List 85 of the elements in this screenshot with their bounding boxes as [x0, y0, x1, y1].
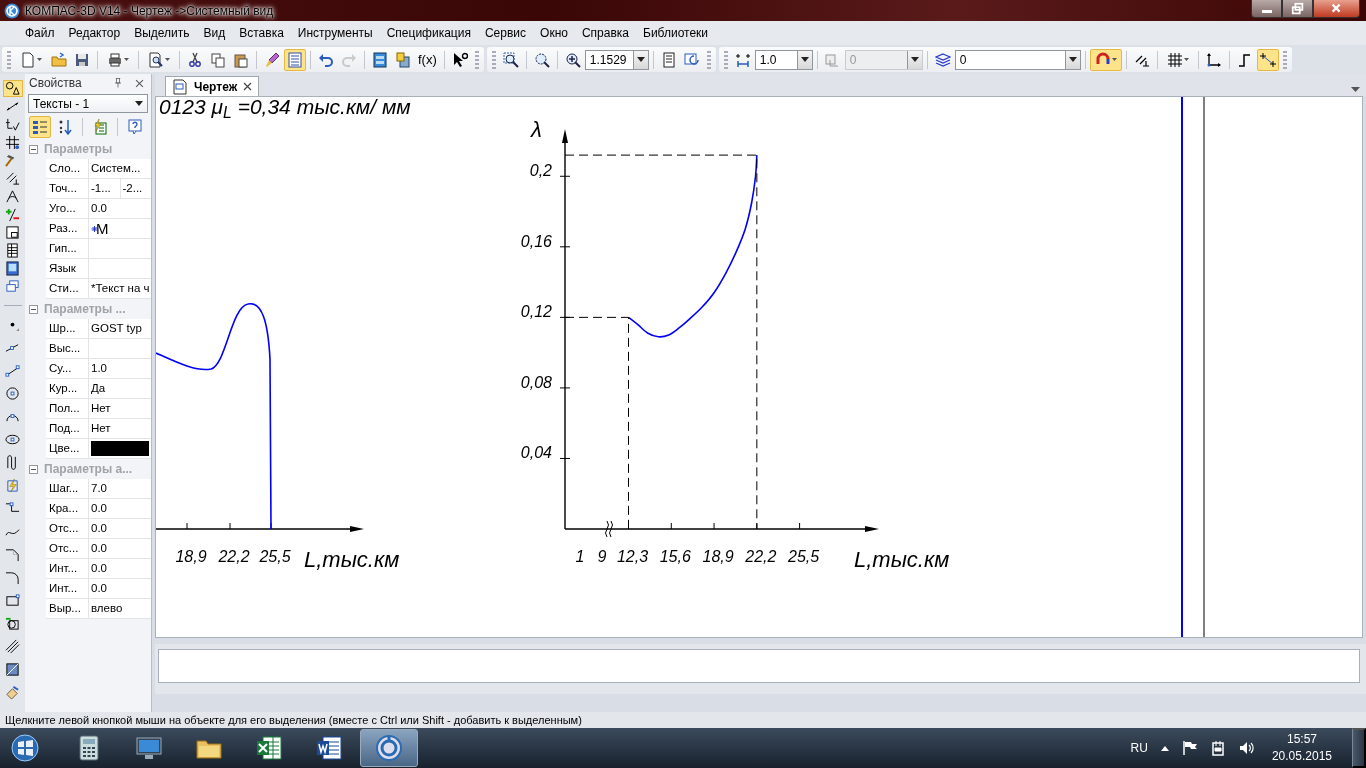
- tab-label: Чертеж: [194, 78, 238, 96]
- menu-item[interactable]: Библиотеки: [636, 24, 716, 42]
- property-value: Систем...: [90, 161, 142, 176]
- panel-title: Свойства: [29, 75, 83, 92]
- tick-label: 18,9: [702, 548, 734, 565]
- property-value: 1.0: [90, 361, 108, 376]
- menu-item[interactable]: Спецификация: [379, 24, 478, 42]
- group-title: Параметры: [44, 141, 113, 158]
- property-value: 0.0: [90, 521, 108, 536]
- property-label: Цве...: [46, 439, 89, 458]
- tick-label: 0,04: [520, 444, 552, 462]
- property-label: Инт...: [46, 579, 89, 598]
- property-label: Сти...: [46, 279, 89, 298]
- status-text: Щелкните левой кнопкой мыши на объекте для его выделения (вместе с Ctrl или Shift - добавить к выделенным): [5, 714, 582, 726]
- property-label: Сло...: [46, 159, 89, 178]
- property-label: Шр...: [46, 319, 89, 338]
- dropdown-field[interactable]: 1.0: [754, 49, 813, 70]
- function-button[interactable]: f(x): [415, 48, 440, 71]
- clock-time[interactable]: 15:57: [1271, 731, 1332, 748]
- property-value: GOST typ: [90, 321, 143, 336]
- axis-label: λ: [531, 117, 542, 142]
- property-value: Нет: [90, 421, 112, 436]
- property-label: Отс...: [46, 539, 89, 558]
- menu-item[interactable]: Выделить: [127, 24, 197, 42]
- tick-label: 0,08: [520, 373, 552, 391]
- menu-item[interactable]: Редактор: [61, 24, 128, 42]
- property-value: M: [96, 219, 109, 238]
- tick-label: 18,9: [175, 548, 207, 565]
- menu-item[interactable]: Вставка: [232, 24, 291, 42]
- tick-label: 1: [575, 548, 585, 565]
- property-label: Инт...: [46, 559, 89, 578]
- menu-item[interactable]: Справка: [574, 24, 636, 42]
- object-dropdown[interactable]: Тексты - 1: [28, 94, 148, 113]
- property-value: 0.0: [90, 581, 108, 596]
- property-value: Нет: [90, 401, 112, 416]
- menu-item[interactable]: Инструменты: [290, 24, 380, 42]
- property-value: *Текст на ч: [90, 281, 151, 296]
- tick-label: 0,12: [520, 303, 552, 321]
- drawing-caption: 0123 μ$_{L}$ =0,34 тыс.км/ мм: [159, 95, 411, 119]
- property-value: 0.0: [90, 541, 108, 556]
- dropdown-field[interactable]: 1.1529: [584, 49, 649, 70]
- menu-item[interactable]: Вид: [196, 24, 233, 42]
- property-label: Точ...: [46, 179, 89, 198]
- property-label: Под...: [46, 419, 89, 438]
- property-label: Выс...: [46, 339, 89, 358]
- property-label: Уго...: [46, 199, 89, 218]
- tick-label: 22,2: [745, 548, 777, 565]
- dropdown-field[interactable]: 0: [954, 49, 1081, 70]
- property-label: Язык: [46, 259, 89, 278]
- axis-label: L,тыс.км: [304, 547, 400, 572]
- tick-label: 12,3: [616, 548, 649, 565]
- property-label: Кур...: [46, 379, 89, 398]
- menu-item[interactable]: Файл: [18, 24, 62, 42]
- axis-label: L,тыс.км: [854, 547, 950, 572]
- tick-label: 25,5: [788, 548, 820, 565]
- group-title: Параметры ...: [44, 301, 126, 318]
- property-label: Отс...: [46, 519, 89, 538]
- property-label: Кра...: [46, 499, 89, 518]
- tick-label: 0,2: [529, 162, 552, 180]
- property-value: 0.0: [90, 501, 108, 516]
- tick-label: 22,2: [218, 548, 250, 565]
- tick-label: 0,16: [520, 232, 552, 250]
- property-label: Гип...: [46, 239, 89, 258]
- property-label: Выр...: [46, 599, 89, 618]
- menu-item[interactable]: Сервис: [477, 24, 534, 42]
- property-label: Су...: [46, 359, 89, 378]
- property-label: Пол...: [46, 399, 89, 418]
- property-value: 0.0: [90, 561, 108, 576]
- property-value: 0.0: [90, 201, 108, 216]
- language-indicator[interactable]: RU: [1130, 739, 1148, 757]
- tick-label: 9: [597, 548, 607, 565]
- property-label: Шаг...: [46, 479, 89, 498]
- menu-item[interactable]: Окно: [533, 24, 575, 42]
- document-tab[interactable]: Чертеж: [165, 76, 260, 96]
- clock-date[interactable]: 20.05.2015: [1271, 748, 1332, 765]
- group-title: Параметры а...: [44, 461, 133, 478]
- property-value: влево: [90, 601, 124, 616]
- window-title: КОМПАС-3D V14 - Чертеж ->Системный вид: [25, 2, 274, 20]
- property-value: 7.0: [90, 481, 108, 496]
- tick-label: 15,6: [659, 548, 691, 565]
- tick-label: 25,5: [259, 548, 291, 565]
- property-label: Раз...: [46, 219, 89, 238]
- property-value: -1...: [89, 179, 121, 198]
- property-value: Да: [90, 381, 107, 396]
- property-value: -2...: [121, 181, 144, 196]
